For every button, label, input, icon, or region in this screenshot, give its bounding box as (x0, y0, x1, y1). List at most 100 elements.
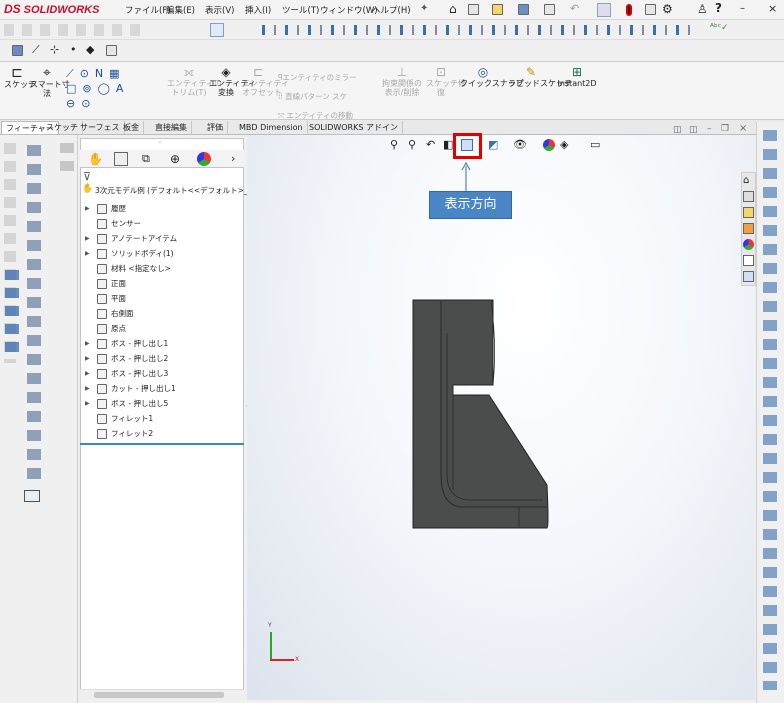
panel-grip[interactable]: ◦ (158, 139, 162, 147)
annotation-tools[interactable] (27, 145, 41, 485)
tree-item[interactable]: ボス - 押し出し1 (111, 337, 168, 351)
menu-insert[interactable]: 挿入(I) (245, 4, 271, 16)
relations-button[interactable]: ⊥ 拘束関係の 表示/削除 (380, 66, 424, 98)
sketch-button[interactable]: ⊏ スケッチ (4, 66, 36, 89)
select-pointer-icon[interactable] (210, 23, 224, 37)
expand-arrow-icon[interactable]: ▶ (85, 250, 90, 257)
tree-item[interactable]: フィレット1 (111, 412, 153, 426)
view-palette-icon[interactable] (743, 223, 754, 234)
view-tools[interactable] (5, 270, 19, 360)
user-icon[interactable]: ♙ (697, 2, 708, 16)
resources-home-icon[interactable]: ⌂ (743, 175, 754, 186)
quick-snap-button[interactable]: ◎ クイックスナップ (460, 66, 524, 89)
table-icon[interactable] (24, 490, 40, 502)
tree-item[interactable]: 正面 (111, 277, 126, 291)
chevron-right-icon[interactable]: › (231, 152, 245, 166)
open-icon[interactable] (492, 4, 503, 15)
tree-item[interactable]: ボス - 押し出し3 (111, 367, 168, 381)
spellcheck-icon[interactable]: ᴬᵇᶜ✓ (710, 23, 729, 33)
feature-manager-tab-icon[interactable]: ✋ (88, 152, 103, 166)
apply-scene-icon[interactable]: ◈ (560, 138, 572, 151)
convert-entities-button[interactable]: ◈ エンティティ 変換 (209, 66, 256, 98)
display-style-icon[interactable]: ◩ (488, 138, 500, 151)
point-icon[interactable]: ⊹ (50, 43, 59, 56)
tree-item[interactable]: ソリッドボディ(1) (111, 247, 174, 261)
menu-tools[interactable]: ツール(T) (282, 4, 319, 16)
expand-arrow-icon[interactable]: ▶ (85, 235, 90, 242)
split-view-icon[interactable]: ◫ (673, 125, 682, 135)
rollback-bar[interactable] (80, 443, 244, 445)
mirror-entities-button[interactable]: ꟼエンティティのミラー (278, 68, 357, 87)
menu-edit[interactable]: 編集(E) (166, 4, 195, 16)
close-icon[interactable]: × (768, 2, 777, 15)
design-library-icon[interactable] (743, 191, 754, 202)
dimxpert-tab-icon[interactable]: ⊕ (170, 152, 184, 166)
tile-icon[interactable]: ◫ (689, 125, 698, 135)
tab-evaluate[interactable]: 評価 (203, 121, 228, 134)
help-icon[interactable]: ? (715, 1, 722, 15)
layer-icon[interactable] (12, 45, 23, 56)
new-doc-icon[interactable] (468, 4, 479, 15)
trim-entities-button[interactable]: ⟗ エンティティの トリム(T) (167, 66, 222, 98)
sketch-toggle-tools[interactable] (60, 143, 74, 173)
hide-show-icon[interactable]: 👁 (513, 138, 527, 151)
pin-icon[interactable]: ✦ (420, 3, 428, 14)
tree-item[interactable]: フィレット2 (111, 427, 153, 441)
graphics-area[interactable]: Y X (247, 135, 755, 700)
tab-sheet-metal[interactable]: 板金 (119, 121, 144, 134)
minimize-icon[interactable]: – (740, 3, 745, 14)
print-icon[interactable] (544, 4, 555, 15)
tree-item[interactable]: ボス - 押し出し5 (111, 397, 168, 411)
menu-help[interactable]: ヘルプ(H) (372, 4, 411, 16)
tree-item[interactable]: 原点 (111, 322, 126, 336)
reference-geometry-tools[interactable] (262, 25, 692, 35)
undo-icon[interactable]: ↶ (570, 2, 579, 15)
home-icon[interactable]: ⌂ (449, 2, 457, 16)
menu-view[interactable]: 表示(V) (205, 4, 234, 16)
file-properties-icon[interactable] (645, 4, 656, 15)
cube-icon[interactable] (106, 45, 117, 56)
edit-appearance-icon[interactable] (543, 139, 555, 151)
save-icon[interactable] (518, 4, 529, 15)
tree-item[interactable]: 右側面 (111, 307, 134, 321)
property-manager-tab-icon[interactable] (114, 152, 128, 166)
smart-dimension-button[interactable]: ⌖ スマート寸法 (30, 66, 70, 98)
doc-close-icon[interactable]: × (739, 123, 747, 134)
tree-item[interactable]: センサー (111, 217, 141, 231)
panel-scrollbar[interactable] (80, 689, 244, 700)
forum-icon[interactable] (743, 271, 754, 282)
sketch-tools-column[interactable] (763, 130, 777, 690)
tree-item[interactable]: アノテートアイテム (111, 232, 177, 246)
tab-surfaces[interactable]: サーフェス (76, 121, 125, 134)
line-icon[interactable]: ⟋ (32, 43, 40, 57)
tree-item[interactable]: ボス - 押し出し2 (111, 352, 168, 366)
expand-arrow-icon[interactable]: ▶ (85, 385, 90, 392)
filter-icon[interactable]: ⊽ (83, 170, 91, 183)
tree-item[interactable]: 履歴 (111, 202, 126, 216)
doc-restore-icon[interactable]: ❐ (721, 124, 729, 134)
menu-file[interactable]: ファイル(F) (125, 4, 171, 16)
configuration-manager-tab-icon[interactable]: ⧉ (142, 152, 156, 166)
gear-icon[interactable]: ⚙ (662, 2, 673, 16)
tree-item[interactable]: 平面 (111, 292, 126, 306)
sketch-entity-tools[interactable]: ⟋⊙N▦ □⊚◯A ⊖⊙ (66, 66, 166, 114)
rapid-sketch-button[interactable]: ✎ ラピッドスケッチ (508, 66, 572, 89)
traffic-light-icon[interactable] (626, 4, 632, 16)
zoom-to-fit-icon[interactable]: ⚲ (390, 138, 402, 151)
menu-window[interactable]: ウィンドウ(W) (320, 4, 378, 16)
view-settings-icon[interactable]: ▭ (590, 138, 602, 151)
previous-view-icon[interactable]: ↶ (426, 138, 438, 151)
expand-arrow-icon[interactable]: ▶ (85, 355, 90, 362)
instant2d-button[interactable]: ⊞ Instant2D (556, 66, 598, 89)
app-logo[interactable]: DS SOLIDWORKS (4, 2, 99, 16)
display-manager-tab-icon[interactable] (197, 152, 211, 166)
appearances-icon[interactable] (743, 239, 754, 250)
tab-mbd-dimension[interactable]: MBD Dimension (235, 121, 308, 134)
dot-icon[interactable]: • (70, 43, 77, 56)
tree-item[interactable]: 材料 <指定なし> (111, 262, 171, 276)
diamond-icon[interactable]: ◆ (86, 43, 94, 56)
custom-properties-icon[interactable] (743, 255, 754, 266)
zoom-to-area-icon[interactable]: ⚲ (408, 138, 420, 151)
expand-arrow-icon[interactable]: ▶ (85, 400, 90, 407)
tree-item[interactable]: カット - 押し出し1 (111, 382, 176, 396)
